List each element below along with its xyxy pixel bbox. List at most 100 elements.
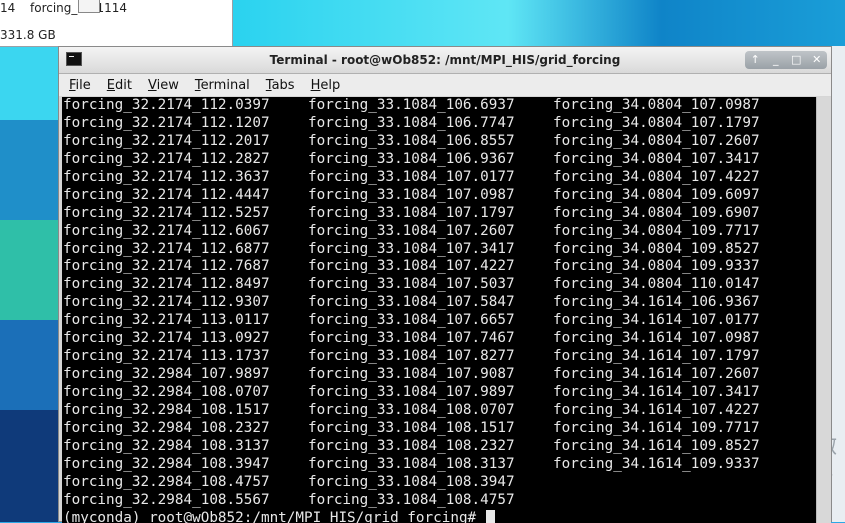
menu-help[interactable]: Help bbox=[301, 78, 347, 93]
output-lines: forcing_32.2174_112.0397 forcing_33.1084_… bbox=[63, 97, 793, 523]
output-row: forcing_32.2174_113.0117 forcing_33.1084_… bbox=[63, 312, 793, 330]
menu-mnemonic: H bbox=[310, 77, 321, 93]
file-entry: forcing_33.1084_106.9367 bbox=[308, 150, 515, 167]
file-entry: forcing_33.1084_108.0707 bbox=[308, 401, 515, 418]
file-entry: forcing_32.2984_108.0707 bbox=[63, 384, 270, 400]
file-entry: forcing_32.2984_108.3947 bbox=[63, 455, 270, 472]
file-entry: forcing_32.2984_108.1517 bbox=[63, 401, 270, 418]
file-entry: forcing_33.1084_107.5037 bbox=[308, 276, 515, 293]
file-entry: forcing_33.1084_106.7747 bbox=[308, 114, 515, 131]
output-row: forcing_32.2984_108.5567 forcing_33.1084_… bbox=[63, 492, 793, 510]
file-entry: forcing_32.2174_112.1207 bbox=[63, 114, 270, 131]
file-entry: forcing_33.1084_107.5847 bbox=[308, 294, 515, 311]
output-row: forcing_32.2984_108.4757 forcing_33.1084_… bbox=[63, 474, 793, 492]
file-entry: forcing_32.2174_112.2017 bbox=[63, 132, 270, 149]
file-entry: forcing_34.0804_109.7717 bbox=[553, 222, 760, 239]
file-entry: forcing_33.1084_107.0177 bbox=[308, 168, 515, 185]
file-entry: forcing_34.1614_107.3417 bbox=[553, 384, 760, 400]
prompt-row: (myconda) root@wOb852:/mnt/MPI_HIS/grid_… bbox=[63, 509, 793, 523]
menu-label: abs bbox=[271, 77, 295, 93]
output-row: forcing_32.2174_112.2827 forcing_33.1084_… bbox=[63, 151, 793, 169]
file-entry: forcing_34.0804_107.3417 bbox=[553, 150, 760, 167]
scrollbar[interactable] bbox=[816, 97, 831, 523]
wallpaper-top bbox=[232, 0, 845, 46]
file-entry: forcing_33.1084_108.1517 bbox=[308, 419, 515, 436]
file-entry: forcing_33.1084_107.3417 bbox=[308, 240, 515, 257]
title-bar[interactable]: Terminal - root@wOb852: /mnt/MPI_HIS/gri… bbox=[59, 47, 831, 74]
file-label[interactable]: 14 bbox=[0, 0, 15, 16]
output-row: forcing_32.2984_108.3137 forcing_33.1084_… bbox=[63, 438, 793, 456]
wallpaper-band bbox=[0, 320, 60, 410]
file-entry: forcing_34.0804_109.6907 bbox=[553, 204, 760, 221]
window-title: Terminal - root@wOb852: /mnt/MPI_HIS/gri… bbox=[269, 53, 621, 67]
file-entry: forcing_33.1084_106.8557 bbox=[308, 132, 515, 149]
menu-label: ile bbox=[75, 77, 91, 93]
disk-size-label: 331.8 GB bbox=[0, 28, 56, 42]
file-entry: forcing_33.1084_108.3137 bbox=[308, 455, 515, 472]
file-entry: forcing_34.0804_110.0147 bbox=[553, 276, 760, 293]
file-entry: forcing_32.2174_112.9307 bbox=[63, 294, 270, 311]
menu-file[interactable]: File bbox=[59, 78, 97, 93]
file-entry: forcing_32.2174_112.2827 bbox=[63, 150, 270, 167]
maximize-button[interactable]: □ bbox=[788, 53, 804, 67]
output-row: forcing_32.2174_112.6877 forcing_33.1084_… bbox=[63, 241, 793, 259]
file-entry: forcing_34.1614_109.8527 bbox=[553, 437, 760, 454]
file-entry: forcing_34.0804_107.1797 bbox=[553, 114, 760, 131]
file-icon[interactable] bbox=[78, 0, 100, 13]
file-entry: forcing_33.1084_107.9087 bbox=[308, 366, 515, 383]
file-entry: forcing_33.1084_108.4757 bbox=[308, 491, 515, 508]
output-row: forcing_32.2174_113.0927 forcing_33.1084_… bbox=[63, 330, 793, 348]
menu-edit[interactable]: Edit bbox=[97, 78, 138, 93]
file-entry: forcing_32.2984_108.5567 bbox=[63, 491, 270, 508]
menu-terminal[interactable]: Terminal bbox=[185, 78, 256, 93]
output-row: forcing_32.2174_112.8497 forcing_33.1084_… bbox=[63, 276, 793, 294]
terminal-window: Terminal - root@wOb852: /mnt/MPI_HIS/gri… bbox=[58, 46, 832, 523]
file-entry: forcing_33.1084_107.2607 bbox=[308, 222, 515, 239]
file-entry: forcing_33.1084_107.1797 bbox=[308, 204, 515, 221]
file-entry: forcing_32.2174_113.0117 bbox=[63, 312, 270, 329]
file-entry: forcing_34.0804_109.6097 bbox=[553, 186, 760, 203]
menu-label: dit bbox=[115, 77, 132, 93]
menu-view[interactable]: View bbox=[138, 78, 185, 93]
minimize-button[interactable]: _ bbox=[768, 53, 784, 67]
file-entry: forcing_33.1084_107.9897 bbox=[308, 384, 515, 400]
file-entry: forcing_32.2984_108.4757 bbox=[63, 473, 270, 490]
file-entry: forcing_33.1084_107.0987 bbox=[308, 186, 515, 203]
text-cursor bbox=[485, 509, 495, 523]
menu-mnemonic: E bbox=[106, 77, 115, 93]
file-entry: forcing_32.2174_112.3637 bbox=[63, 168, 270, 185]
wallpaper-band bbox=[0, 410, 60, 522]
file-entry: forcing_34.0804_107.2607 bbox=[553, 132, 760, 149]
menu-label: iew bbox=[156, 77, 179, 93]
file-entry: forcing_34.0804_107.4227 bbox=[553, 168, 760, 185]
file-entry: forcing_33.1084_107.6657 bbox=[308, 312, 515, 329]
output-row: forcing_32.2174_112.9307 forcing_33.1084_… bbox=[63, 294, 793, 312]
window-controls: ↑ _ □ ✕ bbox=[745, 51, 827, 69]
wallpaper-band bbox=[0, 40, 60, 120]
menu-tabs[interactable]: Tabs bbox=[256, 78, 301, 93]
file-entry: forcing_34.1614_107.2607 bbox=[553, 366, 760, 383]
file-entry: forcing_32.2984_108.2327 bbox=[63, 419, 270, 436]
output-row: forcing_32.2984_107.9897 forcing_33.1084_… bbox=[63, 366, 793, 384]
file-entry: forcing_34.1614_107.1797 bbox=[553, 348, 760, 365]
output-row: forcing_32.2174_112.2017 forcing_33.1084_… bbox=[63, 133, 793, 151]
file-entry: forcing_32.2174_112.6067 bbox=[63, 222, 270, 239]
terminal-output[interactable]: forcing_32.2174_112.0397 forcing_33.1084_… bbox=[62, 97, 816, 523]
output-row: forcing_32.2984_108.2327 forcing_33.1084_… bbox=[63, 420, 793, 438]
file-entry: forcing_33.1084_107.4227 bbox=[308, 258, 515, 275]
shell-prompt: (myconda) root@wOb852:/mnt/MPI_HIS/grid_… bbox=[63, 509, 485, 523]
menu-label: erminal bbox=[200, 77, 250, 93]
file-entry: forcing_34.1614_109.7717 bbox=[553, 419, 760, 436]
close-button[interactable]: ✕ bbox=[809, 53, 825, 67]
file-entry: forcing_33.1084_107.7467 bbox=[308, 330, 515, 347]
output-row: forcing_32.2174_112.5257 forcing_33.1084_… bbox=[63, 205, 793, 223]
menu-mnemonic: V bbox=[147, 77, 157, 93]
file-entry: forcing_33.1084_108.3947 bbox=[308, 473, 515, 490]
file-entry: forcing_32.2174_113.0927 bbox=[63, 330, 270, 347]
output-row: forcing_32.2174_112.4447 forcing_33.1084_… bbox=[63, 187, 793, 205]
output-row: forcing_32.2174_112.3637 forcing_33.1084_… bbox=[63, 169, 793, 187]
raise-button[interactable]: ↑ bbox=[747, 53, 763, 67]
file-entry: forcing_32.2984_107.9897 bbox=[63, 366, 270, 383]
output-row: forcing_32.2174_112.1207 forcing_33.1084_… bbox=[63, 115, 793, 133]
file-entry: forcing_34.0804_109.9337 bbox=[553, 258, 760, 275]
